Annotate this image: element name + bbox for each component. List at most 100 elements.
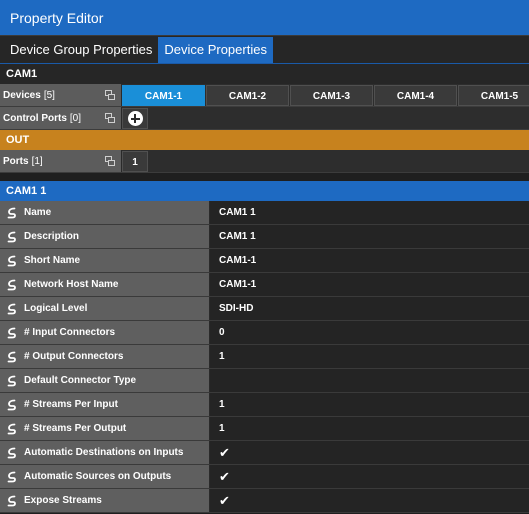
property-row: # Streams Per Output 1 xyxy=(0,417,529,441)
link-icon[interactable] xyxy=(6,231,18,243)
property-label[interactable]: # Streams Per Output xyxy=(0,417,210,440)
filter-icon[interactable] xyxy=(105,156,115,166)
property-label[interactable]: Short Name xyxy=(0,249,210,272)
port-chip-1[interactable]: 1 xyxy=(122,151,148,172)
devices-count: [5] xyxy=(43,89,55,101)
property-label-text: Automatic Destinations on Inputs xyxy=(24,447,184,458)
property-value[interactable]: CAM1-1 xyxy=(210,249,529,272)
device-chip-cam1-5[interactable]: CAM1-5 xyxy=(458,85,529,106)
property-label[interactable]: Automatic Sources on Outputs xyxy=(0,465,210,488)
add-control-port-button[interactable] xyxy=(122,108,148,129)
property-value[interactable]: 1 xyxy=(210,417,529,440)
devices-label-text: Devices xyxy=(3,89,41,101)
link-icon[interactable] xyxy=(6,375,18,387)
filter-icon[interactable] xyxy=(105,90,115,100)
property-value[interactable]: ✔ xyxy=(210,465,529,488)
tab-device-group-properties[interactable]: Device Group Properties xyxy=(4,37,158,63)
property-value[interactable]: SDI-HD xyxy=(210,297,529,320)
link-icon[interactable] xyxy=(6,447,18,459)
property-label[interactable]: Default Connector Type xyxy=(0,369,210,392)
tab-device-properties[interactable]: Device Properties xyxy=(158,37,273,63)
link-icon[interactable] xyxy=(6,207,18,219)
out-header: OUT xyxy=(0,130,529,150)
property-row: # Input Connectors 0 xyxy=(0,321,529,345)
property-row: # Streams Per Input 1 xyxy=(0,393,529,417)
property-label[interactable]: Automatic Destinations on Inputs xyxy=(0,441,210,464)
ports-label: Ports [1] xyxy=(0,150,122,172)
property-label-text: Logical Level xyxy=(24,303,88,314)
property-label-text: Automatic Sources on Outputs xyxy=(24,471,172,482)
checkmark-icon: ✔ xyxy=(219,492,230,508)
property-label-text: Network Host Name xyxy=(24,279,119,290)
link-icon[interactable] xyxy=(6,423,18,435)
control-ports-count: [0] xyxy=(69,112,82,124)
link-icon[interactable] xyxy=(6,255,18,267)
group-name-header: CAM1 xyxy=(0,64,529,84)
property-label-text: Default Connector Type xyxy=(24,375,137,386)
tab-bar: Device Group Properties Device Propertie… xyxy=(0,36,529,64)
ports-label-text: Ports xyxy=(3,155,29,167)
property-label-text: # Input Connectors xyxy=(24,327,116,338)
property-value[interactable]: ✔ xyxy=(210,489,529,512)
property-value-text: CAM1-1 xyxy=(219,255,257,266)
property-label-text: Description xyxy=(24,231,80,242)
property-label-text: Name xyxy=(24,207,52,218)
window-title: Property Editor xyxy=(0,0,529,36)
checkmark-icon: ✔ xyxy=(219,468,230,484)
property-label[interactable]: # Streams Per Input xyxy=(0,393,210,416)
control-ports-label-text: Control Ports xyxy=(3,112,67,124)
property-value-text: 1 xyxy=(219,423,225,434)
property-row: # Output Connectors 1 xyxy=(0,345,529,369)
property-value[interactable]: ✔ xyxy=(210,441,529,464)
property-label[interactable]: # Input Connectors xyxy=(0,321,210,344)
property-row: Name CAM1 1 xyxy=(0,201,529,225)
plus-circle-icon xyxy=(127,111,143,126)
property-value[interactable]: CAM1 1 xyxy=(210,201,529,224)
property-value[interactable]: CAM1 1 xyxy=(210,225,529,248)
property-value[interactable] xyxy=(210,369,529,392)
property-label[interactable]: Description xyxy=(0,225,210,248)
property-value[interactable]: 1 xyxy=(210,345,529,368)
property-label[interactable]: Network Host Name xyxy=(0,273,210,296)
device-chip-cam1-1[interactable]: CAM1-1 xyxy=(122,85,205,106)
property-label-text: # Streams Per Output xyxy=(24,423,127,434)
link-icon[interactable] xyxy=(6,327,18,339)
device-chip-cam1-4[interactable]: CAM1-4 xyxy=(374,85,457,106)
property-label[interactable]: Name xyxy=(0,201,210,224)
property-label-text: Short Name xyxy=(24,255,81,266)
property-label-text: # Streams Per Input xyxy=(24,399,118,410)
property-row: Logical Level SDI-HD xyxy=(0,297,529,321)
device-chip-cam1-3[interactable]: CAM1-3 xyxy=(290,85,373,106)
filter-icon[interactable] xyxy=(105,113,115,123)
device-chip-cam1-2[interactable]: CAM1-2 xyxy=(206,85,289,106)
property-value-text: SDI-HD xyxy=(219,303,254,314)
property-row: Expose Streams ✔ xyxy=(0,489,529,513)
link-icon[interactable] xyxy=(6,351,18,363)
link-icon[interactable] xyxy=(6,303,18,315)
property-row: Automatic Sources on Outputs ✔ xyxy=(0,465,529,489)
property-label[interactable]: # Output Connectors xyxy=(0,345,210,368)
property-label[interactable]: Logical Level xyxy=(0,297,210,320)
link-icon[interactable] xyxy=(6,279,18,291)
property-value[interactable]: 1 xyxy=(210,393,529,416)
property-row: Automatic Destinations on Inputs ✔ xyxy=(0,441,529,465)
property-row: Default Connector Type xyxy=(0,369,529,393)
property-value[interactable]: 0 xyxy=(210,321,529,344)
devices-label: Devices [5] xyxy=(0,84,122,106)
devices-row: Devices [5] CAM1-1 CAM1-2 CAM1-3 CAM1-4 … xyxy=(0,84,529,107)
property-value-text: 1 xyxy=(219,351,225,362)
link-icon[interactable] xyxy=(6,495,18,507)
link-icon[interactable] xyxy=(6,399,18,411)
property-table: Name CAM1 1 Description CAM1 1 Short Name CAM… xyxy=(0,201,529,513)
property-label-text: # Output Connectors xyxy=(24,351,124,362)
property-value-text: CAM1 1 xyxy=(219,207,256,218)
device-header: CAM1 1 xyxy=(0,181,529,201)
property-label[interactable]: Expose Streams xyxy=(0,489,210,512)
property-label-text: Expose Streams xyxy=(24,495,102,506)
checkmark-icon: ✔ xyxy=(219,444,230,460)
property-value[interactable]: CAM1-1 xyxy=(210,273,529,296)
property-row: Short Name CAM1-1 xyxy=(0,249,529,273)
property-editor: Property Editor Device Group Properties … xyxy=(0,0,529,514)
link-icon[interactable] xyxy=(6,471,18,483)
property-value-text: 1 xyxy=(219,399,225,410)
